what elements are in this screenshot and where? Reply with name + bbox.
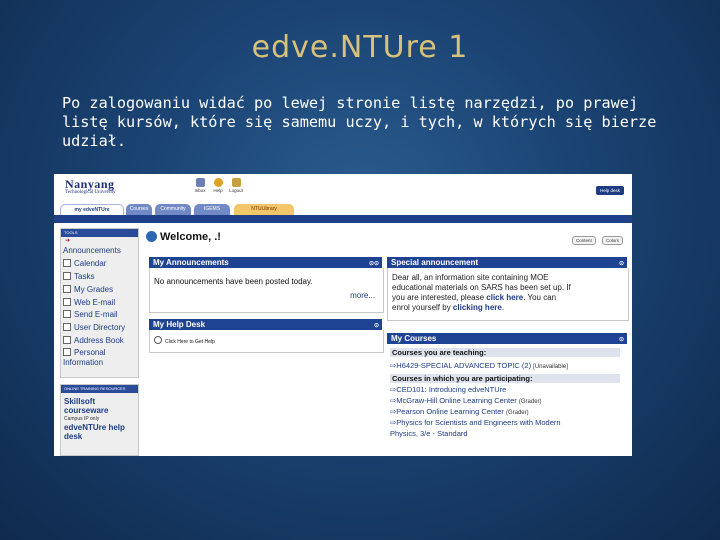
course-item[interactable]: Physics, 3/e - Standard	[390, 429, 630, 438]
special-announcement-text: Dear all, an information site containing…	[392, 273, 571, 312]
my-courses-header: My Courses ⊙	[387, 333, 627, 344]
university-logo: Nanyang Technological University	[65, 177, 116, 195]
help-circle-icon	[154, 336, 162, 344]
more-link[interactable]: more...	[350, 291, 375, 300]
help-desk-button[interactable]: Help desk	[595, 186, 624, 195]
calendar-icon	[63, 258, 71, 267]
logout-button[interactable]: Logout	[226, 178, 246, 193]
teaching-header: Courses you are teaching:	[390, 348, 620, 357]
sidebar-item-announcements[interactable]: Announcements	[61, 245, 138, 258]
mail-icon	[63, 297, 71, 306]
directory-icon	[63, 323, 71, 332]
arrow-icon: ➜	[65, 238, 71, 244]
tab-courses[interactable]: Courses	[126, 204, 152, 215]
click-here-link[interactable]: click here	[486, 293, 523, 302]
globe-icon	[146, 231, 157, 242]
special-announcement-header: Special announcement ⊙	[387, 257, 627, 268]
my-announcements-panel: No announcements have been posted today.…	[149, 268, 384, 313]
nav-bar	[54, 215, 632, 223]
skillsoft-link[interactable]: Skillsoft courseware	[61, 397, 119, 415]
colors-button[interactable]: Colors	[602, 236, 624, 245]
panel-options-icon[interactable]: ⊙	[619, 335, 624, 346]
tasks-icon	[63, 271, 71, 280]
send-mail-icon	[63, 310, 71, 319]
tools-header: TOOLS	[61, 229, 138, 237]
sidebar-item-address-book[interactable]: Address Book	[61, 335, 138, 348]
my-help-desk-panel: Click Here to Get Help	[149, 330, 384, 353]
announcements-text: No announcements have been posted today.	[154, 277, 313, 286]
logout-icon	[231, 178, 241, 187]
address-book-icon	[63, 336, 71, 345]
content-button[interactable]: Content	[572, 236, 596, 245]
sidebar-item-send-email[interactable]: Send E-mail	[61, 309, 138, 322]
my-help-desk-header: My Help Desk ⊙	[149, 319, 382, 330]
course-item[interactable]: ⇨Physics for Scientists and Engineers wi…	[390, 418, 630, 427]
clicking-here-link[interactable]: clicking here	[453, 303, 502, 312]
tab-bar: my edveNTUre Courses Community IGEMS NTU…	[54, 204, 632, 216]
tab-ntulibrary[interactable]: NTULibrary	[234, 204, 294, 215]
course-item[interactable]: ⇨CED101: Introducing edveNTUre	[390, 385, 630, 394]
welcome-heading: Welcome, .!	[146, 231, 221, 243]
help-desk-link[interactable]: edveNTUre help desk	[61, 423, 138, 441]
sidebar-item-my-grades[interactable]: My Grades	[61, 284, 138, 297]
inbox-icon	[195, 178, 205, 187]
tab-community[interactable]: Community	[155, 204, 191, 215]
get-help-link[interactable]: Click Here to Get Help	[154, 336, 215, 345]
help-icon	[213, 178, 223, 187]
sidebar-item-tasks[interactable]: Tasks	[61, 271, 138, 284]
sidebar-item-web-email[interactable]: Web E-mail	[61, 297, 138, 310]
course-item[interactable]: ⇨H6429-SPECIAL ADVANCED TOPIC (2) [Unava…	[390, 361, 630, 372]
tab-igems[interactable]: IGEMS	[194, 204, 230, 215]
sidebar-item-personal-information[interactable]: Personal Information	[61, 348, 123, 368]
participating-header: Courses in which you are participating:	[390, 374, 620, 383]
course-item[interactable]: ⇨McGraw-Hill Online Learning Center (Gra…	[390, 396, 630, 407]
help-button[interactable]: Help	[208, 178, 228, 193]
my-announcements-header: My Announcements ⊙⊙	[149, 257, 382, 268]
slide-body-text: Po zalogowaniu widać po lewej stronie li…	[62, 94, 657, 150]
campus-ip-note: Campus IP only	[64, 416, 100, 422]
training-header: ONLINE TRAINING RESOURCES	[61, 385, 138, 393]
course-item[interactable]: ⇨Pearson Online Learning Center (Grader)	[390, 407, 630, 418]
inbox-button[interactable]: Inbox	[190, 178, 210, 193]
slide-title: edve.NTUre 1	[251, 30, 469, 65]
tools-sidebar: TOOLS ➜ Announcements Calendar Tasks My …	[60, 228, 139, 378]
sidebar-item-user-directory[interactable]: User Directory	[61, 322, 138, 335]
sidebar-item-calendar[interactable]: Calendar	[61, 258, 138, 271]
grades-icon	[63, 284, 71, 293]
training-resources-box: ONLINE TRAINING RESOURCES Skillsoft cour…	[60, 384, 139, 456]
portal-screenshot: Nanyang Technological University Inbox H…	[54, 174, 632, 456]
person-icon	[63, 348, 71, 357]
